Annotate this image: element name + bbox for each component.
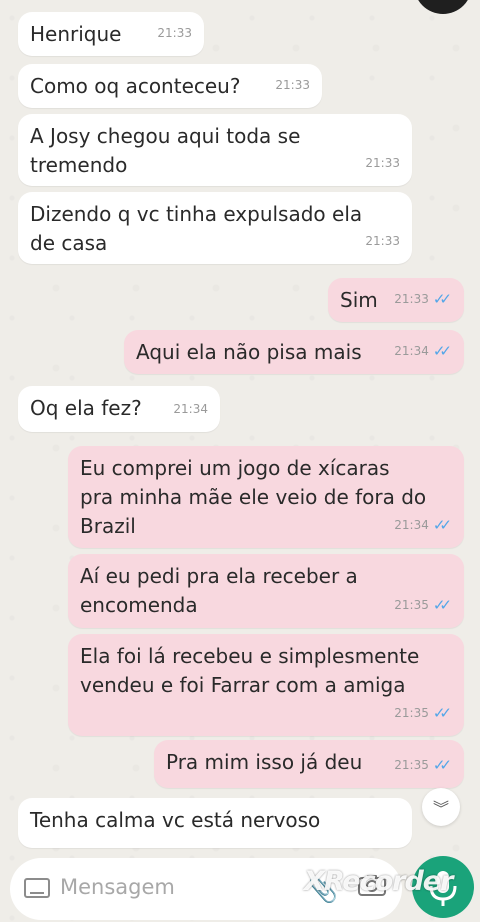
message-time: 21:35 <box>394 758 429 772</box>
read-receipt-icon: ✓✓ <box>432 596 452 614</box>
message-text: Ela foi lá recebeu e simplesmente vendeu… <box>80 644 420 697</box>
message-incoming[interactable]: Henrique 21:33 <box>18 12 204 56</box>
message-time: 21:35 <box>394 706 429 720</box>
message-time: 21:33 <box>394 292 429 306</box>
message-incoming[interactable]: Tenha calma vc está nervoso <box>18 798 412 848</box>
message-input-placeholder[interactable]: Mensagem <box>60 875 175 899</box>
message-text: Como oq aconteceu? <box>30 74 241 98</box>
message-incoming[interactable]: Oq ela fez? 21:34 <box>18 386 220 432</box>
screen-recorder-watermark: XRecorder <box>304 866 453 897</box>
double-chevron-down-icon: ︾ <box>432 799 449 818</box>
message-time: 21:35 <box>394 598 429 612</box>
message-outgoing[interactable]: Ela foi lá recebeu e simplesmente vendeu… <box>68 634 464 736</box>
message-incoming[interactable]: Dizendo q vc tinha expulsado ela de casa… <box>18 192 412 264</box>
message-time: 21:34 <box>394 344 429 358</box>
read-receipt-icon: ✓✓ <box>432 756 452 774</box>
message-time: 21:33 <box>157 26 192 40</box>
keyboard-icon[interactable] <box>24 878 50 898</box>
read-receipt-icon: ✓✓ <box>432 516 452 534</box>
read-receipt-icon: ✓✓ <box>432 704 452 722</box>
read-receipt-icon: ✓✓ <box>432 342 452 360</box>
message-text: Tenha calma vc está nervoso <box>30 808 321 832</box>
message-time: 21:34 <box>173 402 208 416</box>
message-outgoing[interactable]: Pra mim isso já deu 21:35 ✓✓ <box>154 740 464 788</box>
message-outgoing[interactable]: Aqui ela não pisa mais 21:34 ✓✓ <box>124 330 464 374</box>
message-text: Dizendo q vc tinha expulsado ela de casa <box>30 202 363 255</box>
message-outgoing[interactable]: Aí eu pedi pra ela receber a encomenda 2… <box>68 554 464 628</box>
message-time: 21:33 <box>365 234 400 248</box>
message-incoming[interactable]: Como oq aconteceu? 21:33 <box>18 64 322 108</box>
message-outgoing[interactable]: Eu comprei um jogo de xícaras pra minha … <box>68 446 464 548</box>
message-incoming[interactable]: A Josy chegou aqui toda se tremendo 21:3… <box>18 114 412 186</box>
scroll-down-button[interactable]: ︾ <box>422 788 460 826</box>
message-text: A Josy chegou aqui toda se tremendo <box>30 124 301 177</box>
message-time: 21:34 <box>394 518 429 532</box>
message-time: 21:33 <box>365 156 400 170</box>
message-time: 21:33 <box>275 78 310 92</box>
read-receipt-icon: ✓✓ <box>432 290 452 308</box>
message-outgoing[interactable]: Sim 21:33 ✓✓ <box>328 278 464 322</box>
